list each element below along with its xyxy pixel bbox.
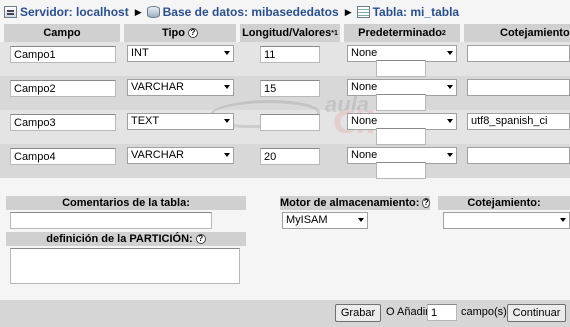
help-icon[interactable]: ? [195,234,206,244]
field-default-value-input[interactable] [376,60,426,77]
database-label[interactable]: Base de datos: mibasededatos [163,5,339,19]
header-longitud: Longitud/Valores *1 [240,24,340,42]
header-predeterminado-label: Predeterminado [358,27,442,39]
breadcrumb-table[interactable]: Tabla: mi_tabla [356,5,459,19]
chevron-down-icon [224,153,230,157]
field-default-value: None [351,149,378,161]
field-type-value: VARCHAR [131,81,184,93]
engine-label: Motor de almacenamiento: [280,197,420,209]
storage-engine-select[interactable]: MyISAM [282,212,368,229]
engine-header: Motor de almacenamiento: ? [280,196,430,210]
server-icon [4,6,17,18]
header-cotejamiento-label: Cotejamiento [500,27,570,39]
field-default-value: None [351,81,378,93]
field-collation-value: utf8_spanish_ci [471,115,548,127]
header-campo-label: Campo [43,27,81,39]
comments-label: Comentarios de la tabla: [62,197,190,209]
or-add-label: O Añadir [386,306,429,318]
field-name-input[interactable]: Campo4 [10,148,116,165]
field-name-input[interactable]: Campo1 [10,46,116,63]
field-name-input[interactable]: Campo2 [10,80,116,97]
field-length-input[interactable]: 15 [260,80,320,97]
field-default-value-input[interactable] [376,128,426,145]
field-default-value-input[interactable] [376,162,426,179]
field-collation-select[interactable] [467,79,570,96]
field-type-select[interactable]: VARCHAR [127,79,234,96]
field-default-value-input[interactable] [376,94,426,111]
field-type-select[interactable]: TEXT [127,113,234,130]
chevron-down-icon [447,85,453,89]
field-type-select[interactable]: VARCHAR [127,147,234,164]
server-label[interactable]: Servidor: localhost [20,5,129,19]
chevron-down-icon [224,51,230,55]
field-type-select[interactable]: INT [127,45,234,62]
header-tipo: Tipo ? [124,24,236,42]
field-length-input[interactable]: 20 [260,148,320,165]
chevron-down-icon [224,85,230,89]
help-icon[interactable]: ? [422,198,430,208]
header-longitud-label: Longitud/Valores [242,27,332,39]
table-collation-header: Cotejamiento: [438,196,570,210]
field-length-input[interactable] [260,114,320,131]
breadcrumb-server[interactable]: Servidor: localhost [4,5,129,19]
header-predeterminado: Predeterminado 2 [344,24,460,42]
header-campo: Campo [4,24,120,42]
partition-textarea[interactable] [10,248,240,284]
comments-header: Comentarios de la tabla: [6,196,246,210]
table-collation-select[interactable] [443,212,570,229]
header-longitud-note: *1 [331,29,338,37]
storage-engine-value: MyISAM [286,214,328,226]
help-icon[interactable]: ? [188,28,198,38]
field-length-input[interactable]: 11 [260,46,320,63]
field-type-value: INT [131,47,149,59]
table-comments-input[interactable] [10,212,212,229]
table-collation-label: Cotejamiento: [467,197,541,209]
chevron-down-icon [447,51,453,55]
breadcrumb-arrow-icon: ▶ [134,6,142,17]
field-type-value: TEXT [131,115,160,127]
header-predeterminado-note: 2 [441,29,446,37]
partition-label: definición de la PARTICIÓN: [46,233,193,245]
chevron-down-icon [447,119,453,123]
field-default-value: None [351,115,378,127]
field-collation-select[interactable]: utf8_spanish_ci [467,113,570,130]
chevron-down-icon [560,218,566,222]
table-icon [356,6,370,18]
continue-button[interactable]: Continuar [507,304,566,322]
field-name-input[interactable]: Campo3 [10,114,116,131]
add-fields-count-input[interactable]: 1 [427,304,457,321]
header-cotejamiento: Cotejamiento [464,24,570,42]
field-collation-select[interactable] [467,147,570,164]
fields-label: campo(s) [461,306,507,318]
database-icon [146,6,160,18]
breadcrumb-arrow-icon: ▶ [344,6,352,17]
breadcrumb-database[interactable]: Base de datos: mibasededatos [146,5,339,19]
field-default-value: None [351,47,378,59]
chevron-down-icon [447,153,453,157]
chevron-down-icon [224,119,230,123]
partition-header: definición de la PARTICIÓN: ? [6,232,246,246]
save-button[interactable]: Grabar [335,304,381,322]
chevron-down-icon [358,218,364,222]
header-tipo-label: Tipo [161,27,185,39]
breadcrumb: Servidor: localhost ▶ Base de datos: mib… [4,4,459,20]
table-label[interactable]: Tabla: mi_tabla [373,5,459,19]
field-type-value: VARCHAR [131,149,184,161]
field-collation-select[interactable] [467,45,570,62]
